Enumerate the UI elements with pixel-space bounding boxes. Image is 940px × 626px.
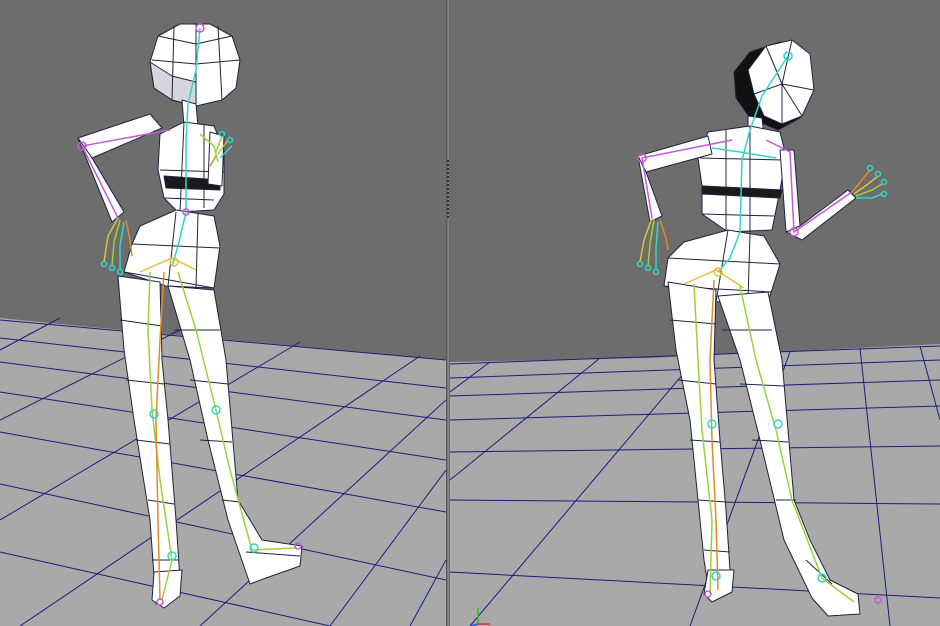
hand-right-rig[interactable] xyxy=(851,164,888,199)
perspective-viewport-right[interactable] xyxy=(450,0,940,626)
hand-left-rig[interactable] xyxy=(636,217,669,276)
viewport-scene-right[interactable] xyxy=(450,0,940,626)
upper-arm-right-mesh[interactable] xyxy=(207,131,225,187)
maya-viewport-app xyxy=(0,0,940,626)
upper-arm-left-mesh[interactable] xyxy=(77,113,163,159)
xyz-axis-gizmo-icon xyxy=(469,608,490,626)
splitter-grip-icon[interactable] xyxy=(447,160,449,220)
perspective-viewport-left[interactable] xyxy=(0,0,446,626)
viewport-scene-left[interactable] xyxy=(0,0,446,626)
